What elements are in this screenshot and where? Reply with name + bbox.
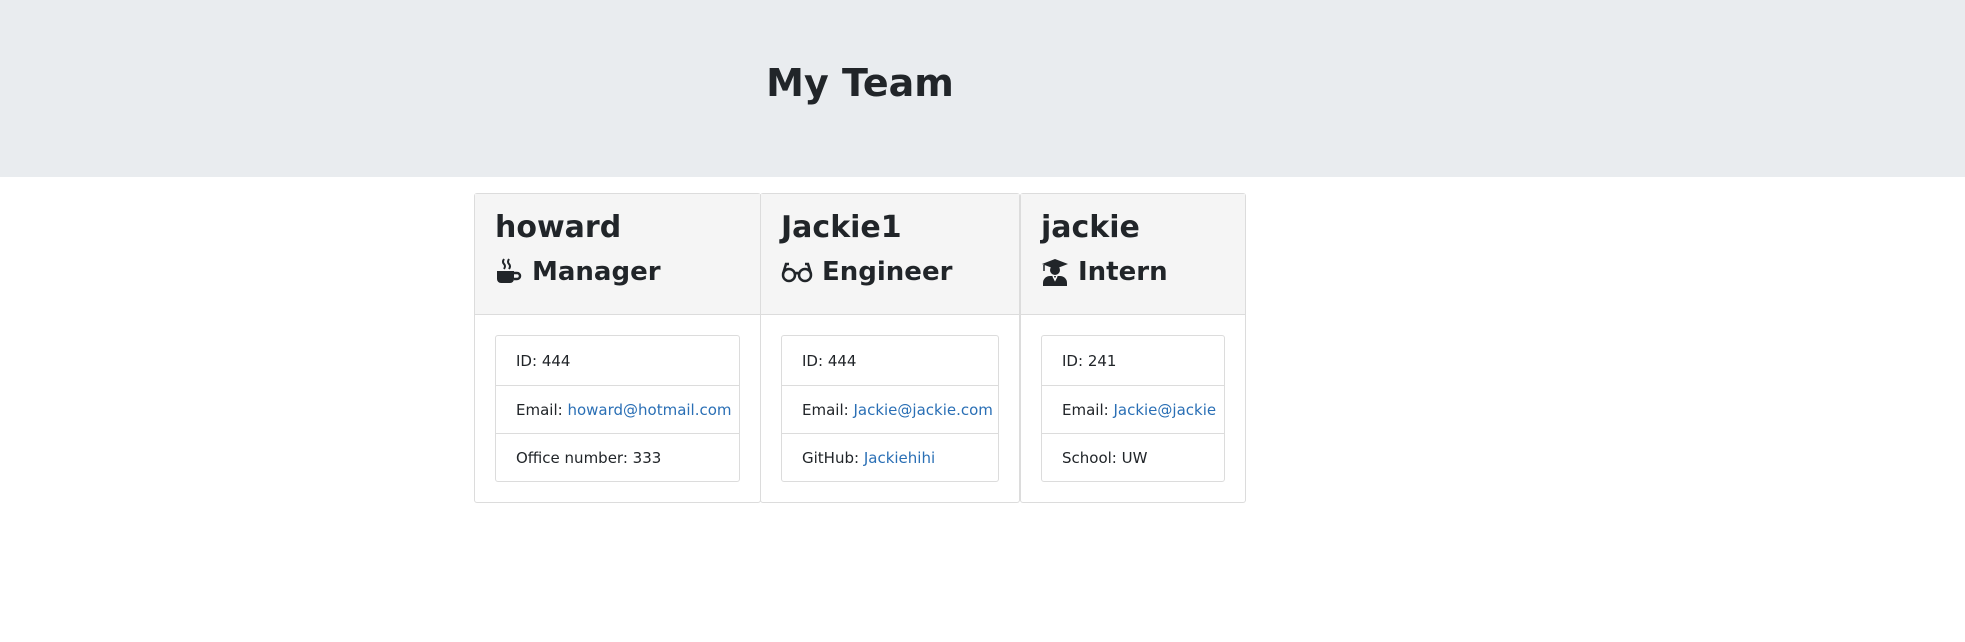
id-value: 444: [541, 351, 571, 370]
id-label: ID:: [516, 351, 538, 370]
employee-details-list: ID: 444 Email: Jackie@jackie.com GitHub:…: [781, 335, 999, 482]
email-link[interactable]: howard@hotmail.com: [567, 401, 731, 419]
employee-card-engineer: Jackie1 Engineer ID: 444 Email: Jackie@j…: [760, 193, 1020, 503]
office-number-value: 333: [632, 448, 662, 467]
header-jumbotron: My Team: [0, 0, 1965, 177]
employee-name: jackie: [1041, 210, 1140, 245]
list-item-id: ID: 444: [496, 336, 739, 385]
list-item-id: ID: 444: [782, 336, 998, 385]
page-title: My Team: [766, 61, 954, 105]
github-label: GitHub:: [802, 448, 860, 467]
coffee-icon: [495, 258, 523, 286]
list-item-email: Email: Jackie@jackie.com: [782, 385, 998, 433]
glasses-icon: [781, 258, 813, 286]
school-value: UW: [1121, 448, 1148, 467]
email-label: Email:: [516, 400, 563, 419]
id-label: ID:: [1062, 351, 1084, 370]
employee-details-list: ID: 444 Email: howard@hotmail.com Office…: [495, 335, 740, 482]
card-header: howard Manager: [475, 194, 760, 315]
role-label: Intern: [1078, 257, 1168, 287]
email-label: Email:: [802, 400, 849, 419]
school-label: School:: [1062, 448, 1117, 467]
employee-card-manager: howard Manager ID: 444 Email: howard@hot…: [474, 193, 761, 503]
list-item-id: ID: 241: [1042, 336, 1224, 385]
list-item-email: Email: Jackie@jackie: [1042, 385, 1224, 433]
id-label: ID:: [802, 351, 824, 370]
employee-role: Engineer: [781, 254, 952, 290]
employee-name: howard: [495, 210, 622, 245]
list-item-github: GitHub: Jackiehihi: [782, 433, 998, 481]
role-label: Manager: [532, 257, 661, 287]
role-label: Engineer: [822, 257, 953, 287]
email-link[interactable]: Jackie@jackie: [1113, 401, 1216, 419]
graduate-icon: [1041, 258, 1069, 286]
id-value: 241: [1087, 351, 1117, 370]
github-link[interactable]: Jackiehihi: [864, 449, 935, 467]
list-item-email: Email: howard@hotmail.com: [496, 385, 739, 433]
email-label: Email:: [1062, 400, 1109, 419]
employee-role: Manager: [495, 254, 661, 290]
employee-role: Intern: [1041, 254, 1168, 290]
employee-card-intern: jackie Intern ID: 241 Email: Jackie@jack…: [1020, 193, 1246, 503]
card-header: jackie Intern: [1021, 194, 1245, 315]
list-item-school: School: UW: [1042, 433, 1224, 481]
list-item-office-number: Office number: 333: [496, 433, 739, 481]
id-value: 444: [827, 351, 857, 370]
employee-name: Jackie1: [781, 210, 902, 245]
office-number-label: Office number:: [516, 448, 628, 467]
employee-details-list: ID: 241 Email: Jackie@jackie School: UW: [1041, 335, 1225, 482]
email-link[interactable]: Jackie@jackie.com: [853, 401, 992, 419]
card-header: Jackie1 Engineer: [761, 194, 1019, 315]
